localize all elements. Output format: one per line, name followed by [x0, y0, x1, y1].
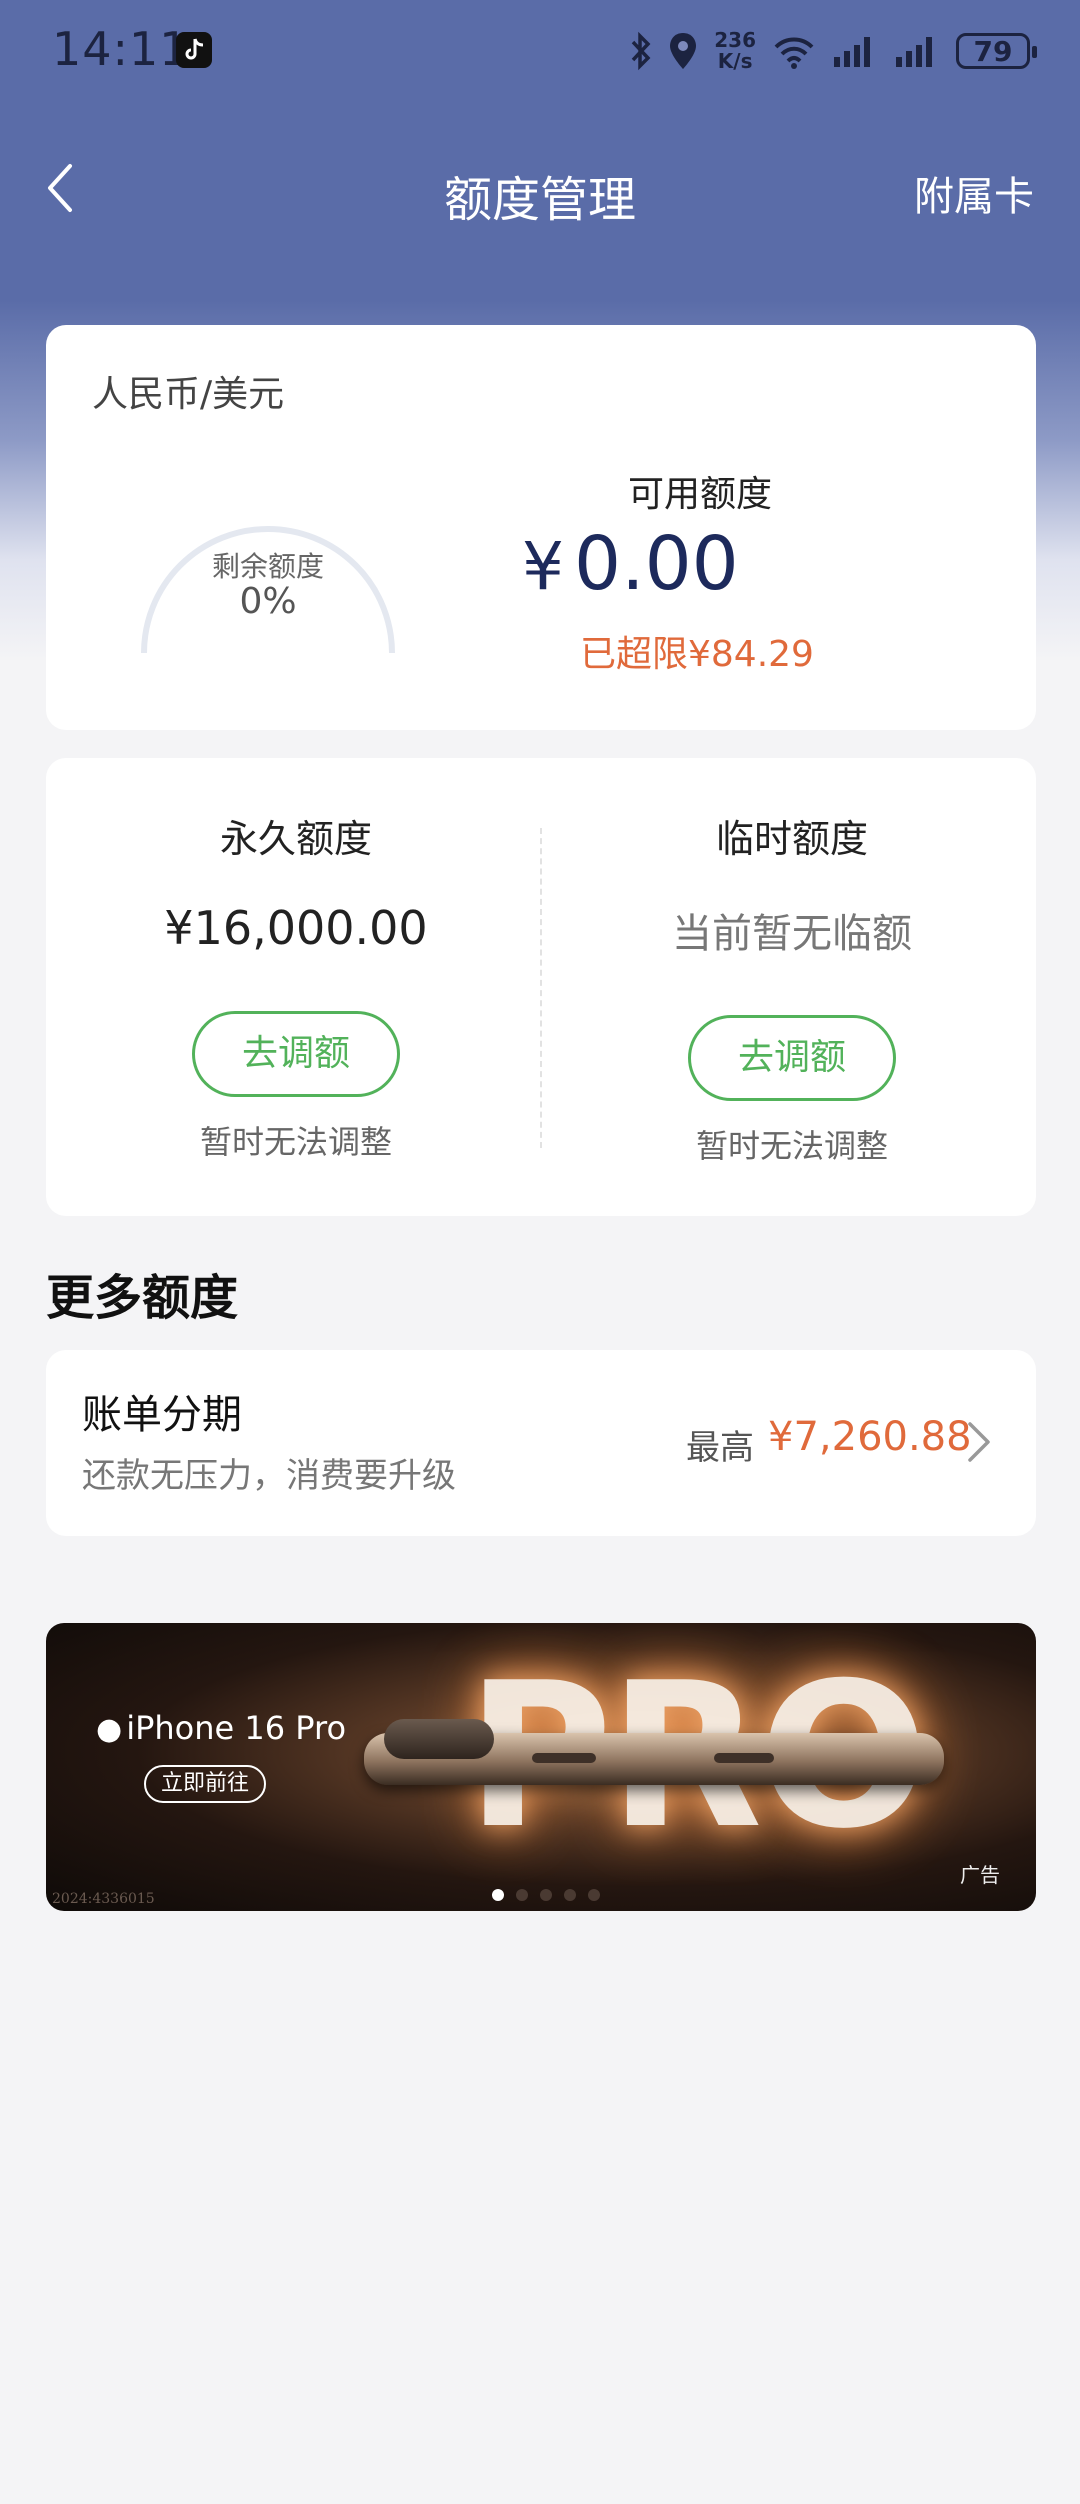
temporary-limit: 临时额度 当前暂无临额 去调额 暂时无法调整 [582, 808, 1002, 1167]
ad-tag: 广告 [960, 1863, 1000, 1887]
location-icon [670, 33, 697, 69]
installment-max-value: ¥7,260.88 [768, 1414, 972, 1460]
available-label: 可用额度 [627, 474, 772, 515]
permanent-limit: 永久额度 ¥16,000.00 去调额 暂时无法调整 [86, 808, 506, 1163]
network-speed: 236 K/s [714, 30, 756, 72]
battery-icon: 79 [956, 33, 1037, 69]
available-amount: ¥0.00 [522, 521, 739, 607]
phone-image [364, 1719, 944, 1785]
available-currency: ¥ [522, 528, 564, 605]
signal-icon-1 [834, 37, 870, 67]
carousel-dot[interactable] [492, 1889, 504, 1901]
banner-brand-text: iPhone 16 Pro [126, 1709, 347, 1747]
carousel-dot[interactable] [588, 1889, 600, 1901]
banner-cta-button[interactable]: 立即前往 [144, 1765, 266, 1803]
status-bar: 14:11 236 K/s 79 [0, 0, 1080, 100]
phone-camera [384, 1719, 494, 1759]
status-time: 14:11 [52, 22, 190, 76]
limits-card: 永久额度 ¥16,000.00 去调额 暂时无法调整 临时额度 当前暂无临额 去… [46, 758, 1036, 1216]
available-amount-value: 0.00 [574, 521, 739, 607]
over-limit-text: 已超限¥84.29 [580, 634, 814, 675]
remaining-label: 剩余额度 [211, 550, 324, 583]
carousel-dots[interactable] [492, 1889, 600, 1901]
banner-brand: ● iPhone 16 Pro [96, 1709, 346, 1747]
credit-summary-card: 人民币/美元 剩余额度 0% 可用额度 ¥0.00 已超限¥84.29 [46, 325, 1036, 730]
permanent-limit-value: ¥16,000.00 [164, 901, 428, 955]
net-speed-unit: K/s [717, 49, 753, 73]
ad-banner[interactable]: PRO ● iPhone 16 Pro 立即前往 广告 2024:4336015 [46, 1623, 1036, 1911]
temporary-limit-note: 暂时无法调整 [695, 1127, 888, 1165]
installment-title: 账单分期 [82, 1392, 242, 1438]
permanent-limit-title: 永久额度 [219, 817, 372, 861]
remaining-percent: 0% [239, 581, 297, 622]
tiktok-icon [176, 32, 212, 68]
apple-logo-icon: ● [96, 1712, 123, 1747]
carousel-dot[interactable] [564, 1889, 576, 1901]
carousel-dot[interactable] [540, 1889, 552, 1901]
phone-button [714, 1753, 774, 1763]
more-limits-title: 更多额度 [46, 1270, 239, 1326]
temporary-limit-title: 临时额度 [715, 817, 868, 861]
adjust-permanent-button[interactable]: 去调额 [192, 1011, 400, 1097]
installment-max-label: 最高 [686, 1428, 754, 1468]
installment-subtitle: 还款无压力，消费要升级 [82, 1456, 456, 1496]
wifi-icon [774, 37, 814, 69]
bluetooth-icon [631, 31, 651, 71]
carousel-dot[interactable] [516, 1889, 528, 1901]
chevron-right-icon [968, 1422, 990, 1462]
adjust-temporary-button[interactable]: 去调额 [688, 1015, 896, 1101]
supplementary-card-link[interactable]: 附属卡 [914, 164, 1034, 222]
currency-label[interactable]: 人民币/美元 [92, 365, 284, 417]
temporary-limit-value: 当前暂无临额 [672, 911, 912, 957]
permanent-limit-note: 暂时无法调整 [199, 1123, 392, 1161]
banner-code: 2024:4336015 [52, 1891, 155, 1907]
status-icons: 236 K/s 79 [630, 28, 1037, 74]
installment-card[interactable]: 账单分期 还款无压力，消费要升级 最高 ¥7,260.88 [46, 1350, 1036, 1536]
net-speed-value: 236 [714, 28, 756, 52]
signal-icon-2 [896, 37, 932, 67]
phone-button [532, 1753, 596, 1763]
nav-bar: 额度管理 附属卡 [0, 130, 1080, 246]
limits-divider [540, 828, 542, 1148]
